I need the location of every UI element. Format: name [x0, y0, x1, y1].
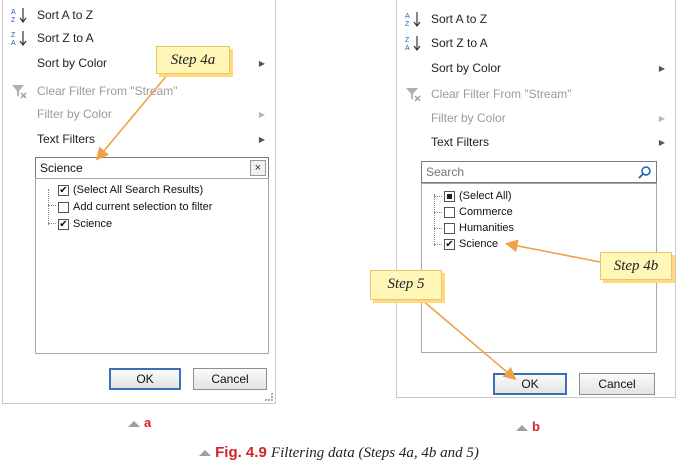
figure-number: Fig. 4.9 — [215, 444, 267, 461]
resize-grip-icon[interactable] — [265, 393, 273, 401]
text-filters-label: Text Filters — [431, 135, 490, 149]
list-item-label: Science — [459, 238, 499, 250]
list-item-select-all-results[interactable]: ✔ (Select All Search Results) — [58, 182, 203, 198]
list-item-label: Humanities — [459, 222, 515, 234]
svg-text:Z: Z — [11, 32, 16, 39]
sort-a-to-z-item[interactable]: A Z Sort A to Z — [3, 4, 275, 26]
filter-by-color-label: Filter by Color — [37, 107, 112, 121]
triangle-icon — [199, 450, 212, 457]
submenu-arrow-icon: ▶ — [658, 113, 665, 123]
text-filters-label: Text Filters — [37, 132, 96, 146]
sort-z-to-a-item[interactable]: Z A Sort Z to A — [397, 32, 675, 54]
search-input[interactable] — [36, 158, 268, 178]
list-item-science[interactable]: ✔ Science — [58, 216, 112, 232]
filter-by-color-label: Filter by Color — [431, 111, 506, 125]
submenu-arrow-icon: ▶ — [258, 58, 265, 68]
list-item-label: Science — [73, 218, 113, 230]
sort-by-color-item[interactable]: Sort by Color ▶ — [3, 52, 275, 74]
svg-text:Z: Z — [405, 21, 410, 28]
sort-descending-icon: Z A — [405, 36, 421, 52]
triangle-icon — [516, 424, 528, 431]
svg-text:Z: Z — [405, 37, 410, 44]
filter-dropdown-b: A Z Sort A to Z Z A Sort Z to A Sort by … — [396, 0, 676, 398]
checkbox[interactable] — [444, 206, 455, 218]
checkbox[interactable]: ✔ — [58, 218, 69, 230]
checkbox[interactable] — [444, 190, 455, 202]
figure-caption-text: Filtering data (Steps 4a, 4b and 5) — [270, 445, 479, 461]
filter-dropdown-a: A Z Sort A to Z Z A Sort Z to A Sort by … — [2, 0, 276, 404]
sub-label-a: a — [128, 415, 151, 430]
list-item-humanities[interactable]: Humanities — [444, 220, 514, 236]
svg-text:A: A — [11, 9, 16, 16]
list-item-science[interactable]: ✔ Science — [444, 236, 498, 252]
sort-ascending-icon: A Z — [11, 8, 27, 24]
filter-by-color-item: Filter by Color ▶ — [397, 107, 675, 129]
sort-z-to-a-item[interactable]: Z A Sort Z to A — [3, 27, 275, 49]
search-field[interactable] — [421, 161, 657, 183]
sub-label-b-text: b — [532, 419, 540, 434]
clear-filter-icon — [12, 85, 27, 99]
list-item-label: Add current selection to filter — [73, 201, 213, 213]
checkbox[interactable]: ✔ — [444, 238, 455, 250]
list-item-commerce[interactable]: Commerce — [444, 204, 513, 220]
filter-values-list: ✔ (Select All Search Results) Add curren… — [35, 178, 269, 354]
cancel-button[interactable]: Cancel — [579, 373, 655, 395]
svg-text:A: A — [11, 40, 16, 47]
clear-filter-icon — [406, 88, 421, 102]
svg-text:Z: Z — [11, 17, 16, 24]
checkbox[interactable] — [58, 201, 69, 213]
submenu-arrow-icon: ▶ — [658, 137, 665, 147]
search-field[interactable]: × — [35, 157, 269, 179]
search-icon[interactable] — [638, 165, 652, 179]
figure-caption: Fig. 4.9 Filtering data (Steps 4a, 4b an… — [0, 444, 678, 462]
filter-by-color-item: Filter by Color ▶ — [3, 103, 275, 125]
sort-a-to-z-item[interactable]: A Z Sort A to Z — [397, 8, 675, 30]
sort-a-to-z-label: Sort A to Z — [37, 8, 94, 22]
sort-z-to-a-label: Sort Z to A — [431, 36, 488, 50]
list-item-select-all[interactable]: (Select All) — [444, 188, 512, 204]
clear-filter-item: Clear Filter From "Stream" — [397, 83, 675, 105]
text-filters-item[interactable]: Text Filters ▶ — [397, 131, 675, 153]
ok-button[interactable]: OK — [109, 368, 181, 390]
clear-filter-item: Clear Filter From "Stream" — [3, 80, 275, 102]
clear-filter-label: Clear Filter From "Stream" — [431, 87, 572, 101]
checkbox[interactable]: ✔ — [58, 184, 69, 196]
clear-filter-label: Clear Filter From "Stream" — [37, 84, 178, 98]
clear-search-icon[interactable]: × — [250, 160, 266, 176]
step4b-callout: Step 4b — [600, 252, 672, 280]
checkbox[interactable] — [444, 222, 455, 234]
list-item-add-current-selection[interactable]: Add current selection to filter — [58, 199, 212, 215]
search-input[interactable] — [422, 162, 656, 182]
sub-label-b: b — [516, 419, 540, 434]
svg-text:A: A — [405, 45, 410, 52]
triangle-icon — [128, 420, 140, 427]
svg-text:A: A — [405, 13, 410, 20]
ok-button[interactable]: OK — [493, 373, 567, 395]
submenu-arrow-icon: ▶ — [258, 109, 265, 119]
step4a-callout: Step 4a — [156, 46, 230, 74]
sub-label-a-text: a — [144, 415, 152, 430]
sort-z-to-a-label: Sort Z to A — [37, 31, 94, 45]
cancel-button[interactable]: Cancel — [193, 368, 267, 390]
sort-by-color-label: Sort by Color — [431, 61, 502, 75]
sort-descending-icon: Z A — [11, 31, 27, 47]
step5-callout: Step 5 — [370, 270, 442, 300]
sort-a-to-z-label: Sort A to Z — [431, 12, 488, 26]
sort-by-color-item[interactable]: Sort by Color ▶ — [397, 57, 675, 79]
list-item-label: (Select All Search Results) — [73, 184, 204, 196]
sort-by-color-label: Sort by Color — [37, 56, 108, 70]
list-item-label: Commerce — [459, 206, 513, 218]
submenu-arrow-icon: ▶ — [258, 134, 265, 144]
text-filters-item[interactable]: Text Filters ▶ — [3, 128, 275, 150]
submenu-arrow-icon: ▶ — [658, 63, 665, 73]
sort-ascending-icon: A Z — [405, 12, 421, 28]
list-item-label: (Select All) — [459, 190, 512, 202]
